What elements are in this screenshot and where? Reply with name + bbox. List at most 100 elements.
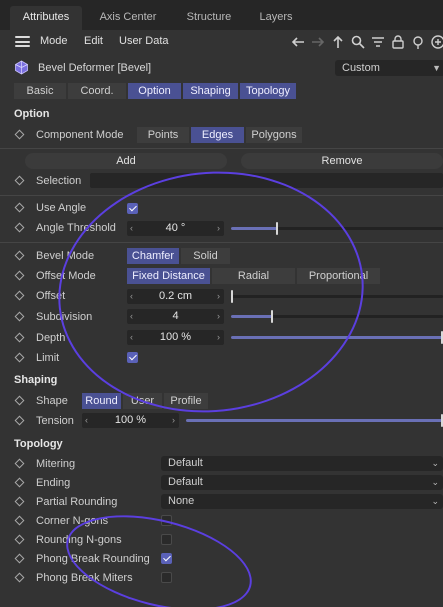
subdivision-field[interactable]: ‹ 4 › — [127, 309, 224, 324]
component-mode-points[interactable]: Points — [137, 127, 189, 143]
ending-dropdown[interactable]: Default ⌄ — [161, 475, 443, 490]
depth-field[interactable]: ‹ 100 % › — [127, 330, 224, 345]
slider-knob[interactable] — [275, 222, 278, 235]
shape-user[interactable]: User — [123, 393, 162, 409]
keyframe-diamond-icon[interactable] — [14, 222, 25, 233]
depth-slider[interactable] — [231, 331, 443, 344]
offset-slider[interactable] — [231, 290, 443, 303]
phong-break-miters-checkbox[interactable] — [161, 572, 172, 583]
keyframe-diamond-icon[interactable] — [14, 515, 25, 526]
decrement-arrow-icon[interactable]: ‹ — [130, 289, 133, 304]
object-title: Bevel Deformer [Bevel] — [38, 62, 152, 74]
keyframe-diamond-icon[interactable] — [14, 534, 25, 545]
keyframe-diamond-icon[interactable] — [14, 202, 25, 213]
angle-threshold-field[interactable]: ‹ 40 ° › — [127, 221, 224, 236]
mitering-label: Mitering — [36, 458, 76, 470]
mitering-dropdown[interactable]: Default ⌄ — [161, 456, 443, 471]
hamburger-menu-icon[interactable] — [15, 36, 30, 47]
slider-fill — [231, 227, 278, 230]
keyframe-diamond-icon[interactable] — [14, 415, 25, 426]
bevel-mode-solid[interactable]: Solid — [181, 248, 230, 264]
menu-mode[interactable]: Mode — [40, 35, 68, 47]
tension-slider[interactable] — [186, 414, 443, 427]
lock-icon[interactable] — [390, 34, 406, 50]
slider-knob[interactable] — [271, 310, 274, 323]
bevel-mode-chamfer[interactable]: Chamfer — [127, 248, 179, 264]
bevel-mode-label: Bevel Mode — [36, 250, 95, 262]
subtab-topology[interactable]: Topology — [240, 83, 296, 99]
shape-profile[interactable]: Profile — [164, 393, 208, 409]
filter-icon[interactable] — [370, 34, 386, 50]
subtab-option[interactable]: Option — [128, 83, 181, 99]
decrement-arrow-icon[interactable]: ‹ — [130, 221, 133, 236]
keyframe-diamond-icon[interactable] — [14, 477, 25, 488]
shape-label: Shape — [36, 395, 68, 407]
partial-rounding-dropdown[interactable]: None ⌄ — [161, 494, 443, 509]
increment-arrow-icon[interactable]: › — [172, 413, 175, 428]
decrement-arrow-icon[interactable]: ‹ — [130, 330, 133, 345]
keyframe-diamond-icon[interactable] — [14, 175, 25, 186]
decrement-arrow-icon[interactable]: ‹ — [85, 413, 88, 428]
offset-field[interactable]: ‹ 0.2 cm › — [127, 289, 224, 304]
increment-arrow-icon[interactable]: › — [217, 289, 220, 304]
keyframe-diamond-icon[interactable] — [14, 352, 25, 363]
increment-arrow-icon[interactable]: › — [217, 221, 220, 236]
offset-mode-radial[interactable]: Radial — [212, 268, 295, 284]
selection-field[interactable] — [90, 173, 443, 188]
increment-arrow-icon[interactable]: › — [217, 309, 220, 324]
back-arrow-icon[interactable] — [290, 34, 306, 50]
phong-break-rounding-checkbox[interactable] — [161, 553, 172, 564]
offset-mode-fixed-distance[interactable]: Fixed Distance — [127, 268, 210, 284]
ending-value: Default — [168, 476, 203, 488]
chevron-down-icon: ▼ — [432, 63, 441, 73]
subtab-coord[interactable]: Coord. — [68, 83, 126, 99]
keyframe-diamond-icon[interactable] — [14, 290, 25, 301]
menu-edit[interactable]: Edit — [84, 35, 103, 47]
keyframe-diamond-icon[interactable] — [14, 250, 25, 261]
remove-button[interactable]: Remove — [241, 153, 443, 169]
subdivision-slider[interactable] — [231, 310, 443, 323]
tab-layers[interactable]: Layers — [250, 6, 302, 30]
preset-dropdown[interactable]: Custom ▼ — [335, 60, 443, 76]
tension-field[interactable]: ‹ 100 % › — [82, 413, 179, 428]
subtab-shaping[interactable]: Shaping — [183, 83, 238, 99]
offset-mode-proportional[interactable]: Proportional — [297, 268, 380, 284]
component-mode-edges[interactable]: Edges — [191, 127, 244, 143]
keyframe-diamond-icon[interactable] — [14, 395, 25, 406]
keyframe-diamond-icon[interactable] — [14, 553, 25, 564]
new-window-icon[interactable] — [430, 34, 443, 50]
keyframe-diamond-icon[interactable] — [14, 458, 25, 469]
subtab-basic[interactable]: Basic — [14, 83, 66, 99]
keyframe-diamond-icon[interactable] — [14, 496, 25, 507]
up-arrow-icon[interactable] — [330, 34, 346, 50]
menu-user-data[interactable]: User Data — [119, 35, 169, 47]
forward-arrow-icon[interactable] — [310, 34, 326, 50]
partial-rounding-value: None — [168, 495, 195, 507]
decrement-arrow-icon[interactable]: ‹ — [130, 309, 133, 324]
pin-icon[interactable] — [410, 34, 426, 50]
add-button[interactable]: Add — [25, 153, 227, 169]
increment-arrow-icon[interactable]: › — [217, 330, 220, 345]
chevron-down-icon: ⌄ — [431, 496, 439, 506]
limit-checkbox[interactable] — [127, 352, 138, 363]
keyframe-diamond-icon[interactable] — [14, 311, 25, 322]
angle-threshold-slider[interactable] — [231, 222, 443, 235]
keyframe-diamond-icon[interactable] — [14, 332, 25, 343]
tab-structure[interactable]: Structure — [175, 6, 243, 30]
component-mode-polygons[interactable]: Polygons — [246, 127, 302, 143]
shape-round[interactable]: Round — [82, 393, 121, 409]
use-angle-checkbox[interactable] — [127, 203, 138, 214]
slider-fill — [231, 336, 443, 339]
limit-label: Limit — [36, 352, 60, 364]
section-title-shaping: Shaping — [14, 374, 58, 386]
phong-break-miters-label: Phong Break Miters — [36, 572, 133, 584]
tab-attributes[interactable]: Attributes — [10, 6, 82, 30]
keyframe-diamond-icon[interactable] — [14, 572, 25, 583]
tab-axis-center[interactable]: Axis Center — [90, 6, 166, 30]
keyframe-diamond-icon[interactable] — [14, 129, 25, 140]
keyframe-diamond-icon[interactable] — [14, 270, 25, 281]
corner-ngons-checkbox[interactable] — [161, 515, 172, 526]
search-icon[interactable] — [350, 34, 366, 50]
rounding-ngons-checkbox[interactable] — [161, 534, 172, 545]
slider-knob[interactable] — [231, 290, 234, 303]
